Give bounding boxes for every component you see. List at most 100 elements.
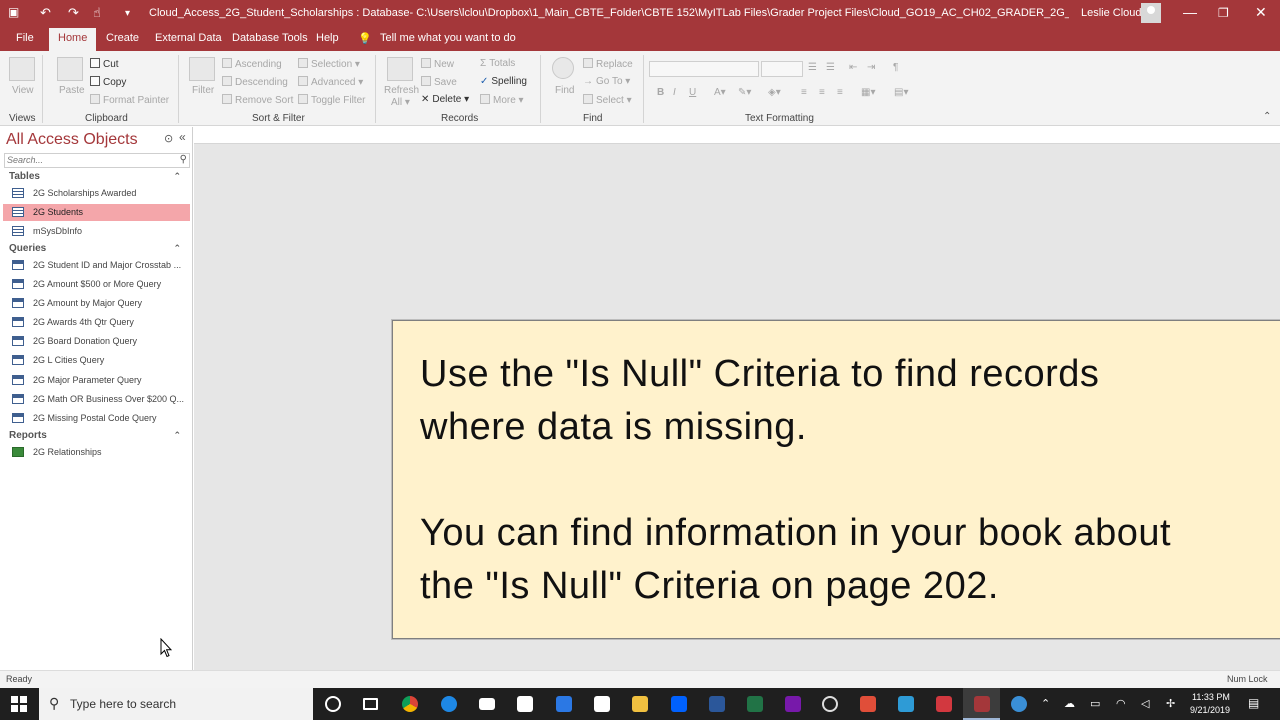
restore-button[interactable]: ❐ [1218, 6, 1229, 20]
touch-mode-icon[interactable]: ☝ [93, 5, 101, 21]
help-icon[interactable] [1011, 696, 1027, 712]
italic-button[interactable]: I [673, 87, 676, 98]
section-tables[interactable]: Tables ⌃ [9, 171, 184, 182]
descending-button[interactable]: Descending [222, 76, 288, 88]
undo-icon[interactable]: ↶ [40, 5, 51, 21]
find-button[interactable]: Find [555, 85, 574, 96]
user-name[interactable]: Leslie Cloud [1081, 7, 1142, 19]
save-icon[interactable]: ▣ [8, 5, 19, 19]
font-color-icon[interactable]: A▾ [714, 87, 726, 98]
paste-button[interactable]: Paste [59, 85, 85, 96]
notifications-icon[interactable]: ▤ [1248, 696, 1259, 710]
ascending-button[interactable]: Ascending [222, 58, 282, 70]
nav-item-query[interactable]: 2G Amount by Major Query [3, 295, 190, 312]
spelling-button[interactable]: ✓ Spelling [480, 76, 527, 87]
nav-item-query[interactable]: 2G Student ID and Major Crosstab ... [3, 257, 190, 274]
filter-button[interactable]: Filter [192, 85, 214, 96]
nav-item-query[interactable]: 2G Missing Postal Code Query [3, 410, 190, 427]
vs-code-icon[interactable] [556, 696, 572, 712]
tab-create[interactable]: Create [106, 32, 139, 44]
nav-item-table[interactable]: 2G Scholarships Awarded [3, 185, 190, 202]
file-explorer-icon[interactable] [632, 696, 648, 712]
refresh-icon[interactable] [387, 57, 413, 81]
highlight-icon[interactable]: ✎▾ [738, 87, 751, 98]
indent-decrease-icon[interactable]: ⇤ [849, 62, 857, 73]
goto-button[interactable]: → Go To ▾ [583, 76, 630, 87]
delete-button[interactable]: ✕ Delete ▾ [421, 94, 469, 105]
nav-item-table[interactable]: mSysDbInfo [3, 223, 190, 240]
numbering-icon[interactable]: ☰ [826, 62, 835, 73]
nav-search-input[interactable]: Search... ⚲ [4, 153, 190, 168]
view-button[interactable]: View [12, 85, 34, 96]
replace-button[interactable]: Replace [583, 58, 633, 70]
align-center-icon[interactable]: ≡ [819, 87, 825, 98]
align-left-icon[interactable]: ≡ [801, 87, 807, 98]
filter-icon[interactable] [189, 57, 215, 81]
gridlines-icon[interactable]: ▦▾ [861, 87, 875, 98]
totals-button[interactable]: Σ Totals [480, 58, 515, 69]
volume-icon[interactable]: ◁ [1141, 697, 1149, 710]
tab-help[interactable]: Help [316, 32, 339, 44]
nav-menu-icon[interactable]: ⊙ [164, 132, 173, 145]
nav-item-query[interactable]: 2G Awards 4th Qtr Query [3, 314, 190, 331]
paragraph-direction-icon[interactable]: ¶ [893, 62, 898, 73]
wifi-icon[interactable]: ◠ [1116, 697, 1126, 710]
fill-color-icon[interactable]: ◈▾ [768, 87, 781, 98]
taskbar-search-box[interactable]: ⚲ Type here to search [39, 688, 313, 720]
chrome-icon[interactable] [402, 696, 418, 712]
section-queries[interactable]: Queries ⌃ [9, 243, 184, 254]
view-icon[interactable] [9, 57, 35, 81]
clock-time[interactable]: 11:33 PM [1192, 692, 1230, 702]
copy-button[interactable]: Copy [90, 76, 126, 88]
collapse-ribbon-icon[interactable]: ⌃ [1263, 111, 1271, 122]
refresh-all-dropdown[interactable]: All ▾ [391, 97, 410, 108]
amazon-icon[interactable] [594, 696, 610, 712]
avatar[interactable] [1141, 3, 1161, 23]
dropbox-icon[interactable] [671, 696, 687, 712]
section-reports[interactable]: Reports ⌃ [9, 430, 184, 441]
minimize-button[interactable]: — [1183, 4, 1197, 20]
onedrive-icon[interactable]: ☁ [1064, 697, 1075, 710]
cortana-icon[interactable] [325, 696, 341, 712]
tab-external-data[interactable]: External Data [155, 32, 222, 44]
tab-database-tools[interactable]: Database Tools [232, 32, 308, 44]
battery-icon[interactable]: ▭ [1090, 697, 1100, 710]
nav-item-query[interactable]: 2G L Cities Query [3, 352, 190, 369]
network-icon[interactable]: ✢ [1166, 697, 1175, 710]
advanced-button[interactable]: Advanced ▾ [298, 76, 363, 88]
underline-button[interactable]: U [689, 87, 696, 98]
nav-item-query[interactable]: 2G Major Parameter Query [3, 372, 190, 389]
lightbulb-icon[interactable]: 💡 [358, 32, 372, 45]
shutter-bar-close-icon[interactable]: « [179, 130, 186, 144]
word-icon[interactable] [709, 696, 725, 712]
indent-increase-icon[interactable]: ⇥ [867, 62, 875, 73]
snagit-icon[interactable] [860, 696, 876, 712]
refresh-button[interactable]: Refresh [384, 85, 419, 96]
close-button[interactable]: ✕ [1255, 4, 1267, 21]
find-magnifier-icon[interactable] [552, 57, 574, 79]
tab-home[interactable]: Home [49, 28, 97, 51]
cut-button[interactable]: Cut [90, 58, 119, 70]
nav-item-report[interactable]: 2G Relationships [3, 444, 190, 461]
excel-icon[interactable] [747, 696, 763, 712]
toggle-filter-button[interactable]: Toggle Filter [298, 94, 365, 106]
new-record-button[interactable]: New [421, 58, 454, 70]
task-view-icon[interactable] [363, 698, 378, 710]
tell-me-box[interactable]: Tell me what you want to do [380, 32, 516, 44]
select-button[interactable]: Select ▾ [583, 94, 632, 106]
tab-file[interactable]: File [16, 32, 34, 44]
onenote-icon[interactable] [785, 696, 801, 712]
nav-item-query[interactable]: 2G Board Donation Query [3, 333, 190, 350]
alternate-row-color-icon[interactable]: ▤▾ [894, 87, 908, 98]
nav-item-query[interactable]: 2G Amount $500 or More Query [3, 276, 190, 293]
edge-icon[interactable] [441, 696, 457, 712]
selection-button[interactable]: Selection ▾ [298, 58, 360, 70]
windows-start-icon[interactable] [11, 696, 27, 712]
align-right-icon[interactable]: ≡ [837, 87, 843, 98]
format-painter-button[interactable]: Format Painter [90, 94, 169, 106]
save-record-button[interactable]: Save [421, 76, 457, 88]
clock-date[interactable]: 9/21/2019 [1190, 705, 1230, 715]
nav-pane-header[interactable]: All Access Objects [6, 131, 138, 149]
nav-item-query[interactable]: 2G Math OR Business Over $200 Q... [3, 391, 190, 408]
bold-button[interactable]: B [657, 87, 664, 98]
